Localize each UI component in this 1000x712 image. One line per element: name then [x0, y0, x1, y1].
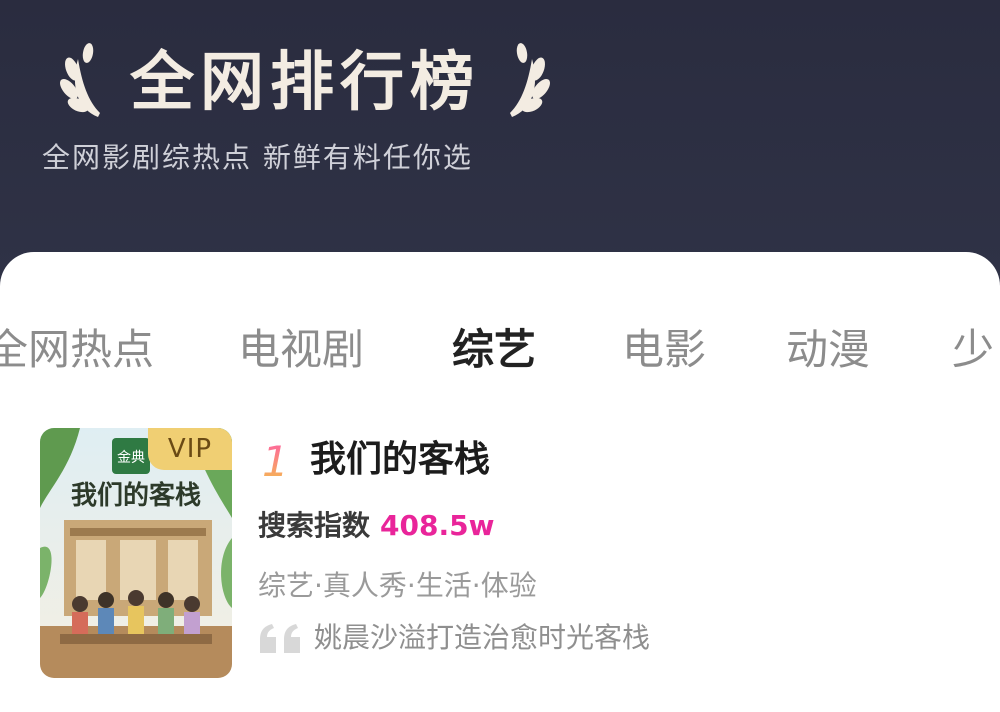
rank-number-icon: 1 [262, 437, 288, 484]
show-title[interactable]: 我们的客栈 [310, 436, 490, 484]
tab-more[interactable]: 少 [952, 320, 994, 380]
header-banner: 全网排行榜 全网影剧综热点 新鲜有料任你选 [0, 0, 1000, 280]
poster-brand-text: 金典 [117, 450, 145, 466]
rank-number: 1 [262, 437, 288, 484]
quote-icon [260, 624, 300, 653]
vip-badge: VIP [148, 428, 232, 470]
category-tabs: 全网热点 电视剧 综艺 电影 动漫 少 [0, 302, 1000, 402]
search-index-row: 搜索指数 408.5w [258, 504, 494, 548]
poster-logo-text: 我们的客栈 [71, 480, 201, 511]
genre-tags: 综艺·真人秀·生活·体验 [258, 569, 537, 602]
tab-tv-series[interactable]: 电视剧 [238, 320, 364, 380]
tab-all-hot[interactable]: 全网热点 [0, 320, 154, 380]
show-description: 姚晨沙溢打造治愈时光客栈 [314, 621, 651, 654]
ranking-item[interactable]: 金典 我们的客栈 VIP 1 我们的客栈 搜索指数 408.5w 综艺·真人秀·生… [40, 428, 980, 678]
laurel-right-icon [510, 43, 550, 117]
tab-movie[interactable]: 电影 [622, 320, 706, 380]
poster-image[interactable]: 金典 我们的客栈 VIP [40, 428, 232, 678]
tab-anime[interactable]: 动漫 [786, 320, 870, 380]
search-index-label: 搜索指数 [258, 509, 371, 542]
page-subtitle: 全网影剧综热点 新鲜有料任你选 [42, 141, 473, 174]
description-row: 姚晨沙溢打造治愈时光客栈 [258, 616, 650, 660]
page-title: 全网排行榜 [130, 46, 480, 120]
laurel-left-icon [60, 43, 100, 117]
search-index-value: 408.5w [380, 509, 495, 542]
tab-variety[interactable]: 综艺 [452, 320, 536, 380]
title-row: 全网排行榜 [58, 38, 552, 128]
